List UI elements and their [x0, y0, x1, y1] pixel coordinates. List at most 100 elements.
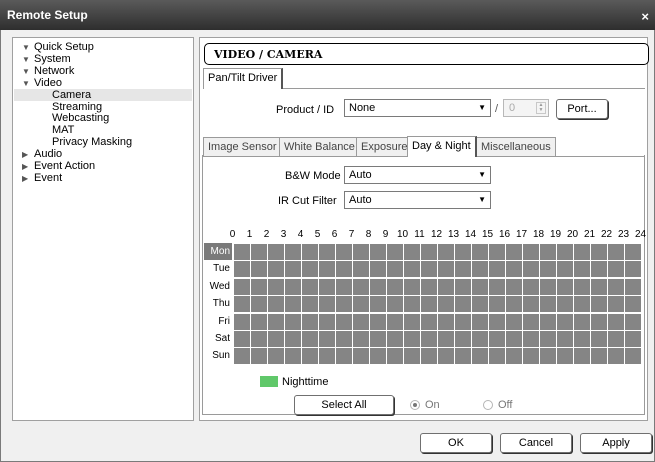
schedule-cell[interactable]: [557, 296, 573, 313]
schedule-cell[interactable]: [370, 278, 386, 295]
tree-item-privacy-masking[interactable]: Privacy Masking: [52, 136, 132, 148]
schedule-cell[interactable]: [523, 313, 539, 330]
schedule-cell[interactable]: [387, 261, 403, 278]
schedule-cell[interactable]: [506, 348, 522, 365]
schedule-cell[interactable]: [251, 278, 267, 295]
schedule-cell[interactable]: [557, 278, 573, 295]
schedule-cell[interactable]: [472, 244, 488, 260]
schedule-cell[interactable]: [591, 278, 607, 295]
schedule-cell[interactable]: [591, 313, 607, 330]
schedule-cell[interactable]: [438, 331, 454, 347]
schedule-cell[interactable]: [370, 313, 386, 330]
schedule-cell[interactable]: [421, 296, 437, 313]
day-label-sat[interactable]: Sat: [204, 330, 232, 347]
tab-image-sensor[interactable]: Image Sensor: [203, 137, 282, 156]
day-label-tue[interactable]: Tue: [204, 260, 232, 277]
schedule-cell[interactable]: [302, 313, 318, 330]
schedule-cell[interactable]: [574, 348, 590, 365]
schedule-cell[interactable]: [438, 244, 454, 260]
schedule-cell[interactable]: [489, 261, 505, 278]
schedule-cell[interactable]: [608, 313, 624, 330]
schedule-cell[interactable]: [608, 331, 624, 347]
schedule-cell[interactable]: [523, 331, 539, 347]
tree-item-network[interactable]: ▼ Network: [22, 65, 74, 77]
schedule-cell[interactable]: [489, 296, 505, 313]
schedule-cell[interactable]: [608, 261, 624, 278]
schedule-cell[interactable]: [353, 278, 369, 295]
schedule-cell[interactable]: [302, 261, 318, 278]
schedule-cell[interactable]: [489, 313, 505, 330]
product-select[interactable]: None ▼: [344, 99, 491, 117]
schedule-cell[interactable]: [506, 244, 522, 260]
day-label-mon[interactable]: Mon: [204, 243, 232, 260]
schedule-cell[interactable]: [506, 296, 522, 313]
schedule-cell[interactable]: [353, 261, 369, 278]
schedule-cell[interactable]: [608, 244, 624, 260]
schedule-cell[interactable]: [421, 313, 437, 330]
schedule-cell[interactable]: [387, 296, 403, 313]
schedule-cell[interactable]: [285, 278, 301, 295]
schedule-cell[interactable]: [455, 261, 471, 278]
schedule-cell[interactable]: [251, 348, 267, 365]
schedule-cell[interactable]: [540, 278, 556, 295]
schedule-cell[interactable]: [302, 348, 318, 365]
schedule-cell[interactable]: [251, 331, 267, 347]
schedule-cell[interactable]: [370, 244, 386, 260]
schedule-cell[interactable]: [591, 261, 607, 278]
schedule-cell[interactable]: [234, 313, 250, 330]
day-label-sun[interactable]: Sun: [204, 347, 232, 364]
schedule-cell[interactable]: [404, 296, 420, 313]
schedule-cell[interactable]: [302, 244, 318, 260]
schedule-cell[interactable]: [421, 331, 437, 347]
on-radio[interactable]: [410, 400, 420, 410]
schedule-cell[interactable]: [455, 244, 471, 260]
schedule-cell[interactable]: [489, 278, 505, 295]
schedule-cell[interactable]: [574, 313, 590, 330]
schedule-cell[interactable]: [625, 331, 641, 347]
schedule-cell[interactable]: [625, 348, 641, 365]
schedule-cell[interactable]: [523, 278, 539, 295]
schedule-cell[interactable]: [591, 331, 607, 347]
schedule-cell[interactable]: [234, 348, 250, 365]
schedule-cell[interactable]: [234, 261, 250, 278]
schedule-cell[interactable]: [574, 261, 590, 278]
schedule-cell[interactable]: [370, 261, 386, 278]
schedule-cell[interactable]: [319, 261, 335, 278]
schedule-cell[interactable]: [404, 348, 420, 365]
schedule-cell[interactable]: [336, 296, 352, 313]
schedule-cell[interactable]: [472, 296, 488, 313]
spinner-arrows-icon[interactable]: ▲ ▼: [536, 102, 546, 114]
schedule-cell[interactable]: [353, 244, 369, 260]
schedule-cell[interactable]: [540, 313, 556, 330]
schedule-cell[interactable]: [336, 348, 352, 365]
schedule-cell[interactable]: [625, 261, 641, 278]
schedule-cell[interactable]: [387, 331, 403, 347]
schedule-cell[interactable]: [557, 261, 573, 278]
schedule-cell[interactable]: [268, 313, 284, 330]
schedule-cell[interactable]: [438, 313, 454, 330]
schedule-cell[interactable]: [574, 244, 590, 260]
tab-exposure[interactable]: Exposure: [356, 137, 413, 156]
schedule-cell[interactable]: [404, 278, 420, 295]
schedule-cell[interactable]: [455, 348, 471, 365]
close-icon[interactable]: ×: [641, 10, 649, 23]
schedule-cell[interactable]: [370, 296, 386, 313]
schedule-cell[interactable]: [336, 278, 352, 295]
tab-miscellaneous[interactable]: Miscellaneous: [476, 137, 556, 156]
schedule-cell[interactable]: [387, 313, 403, 330]
schedule-cell[interactable]: [523, 348, 539, 365]
schedule-cell[interactable]: [319, 296, 335, 313]
schedule-cell[interactable]: [523, 296, 539, 313]
schedule-cell[interactable]: [268, 261, 284, 278]
tab-pan-tilt-driver[interactable]: Pan/Tilt Driver: [203, 68, 284, 89]
schedule-cell[interactable]: [506, 278, 522, 295]
schedule-cell[interactable]: [455, 296, 471, 313]
tree-item-video[interactable]: ▼ Video: [22, 77, 62, 89]
schedule-cell[interactable]: [353, 331, 369, 347]
schedule-cell[interactable]: [540, 348, 556, 365]
schedule-cell[interactable]: [438, 348, 454, 365]
tree-item-system[interactable]: ▼ System: [22, 53, 71, 65]
schedule-cell[interactable]: [557, 348, 573, 365]
schedule-cell[interactable]: [472, 331, 488, 347]
schedule-cell[interactable]: [353, 296, 369, 313]
